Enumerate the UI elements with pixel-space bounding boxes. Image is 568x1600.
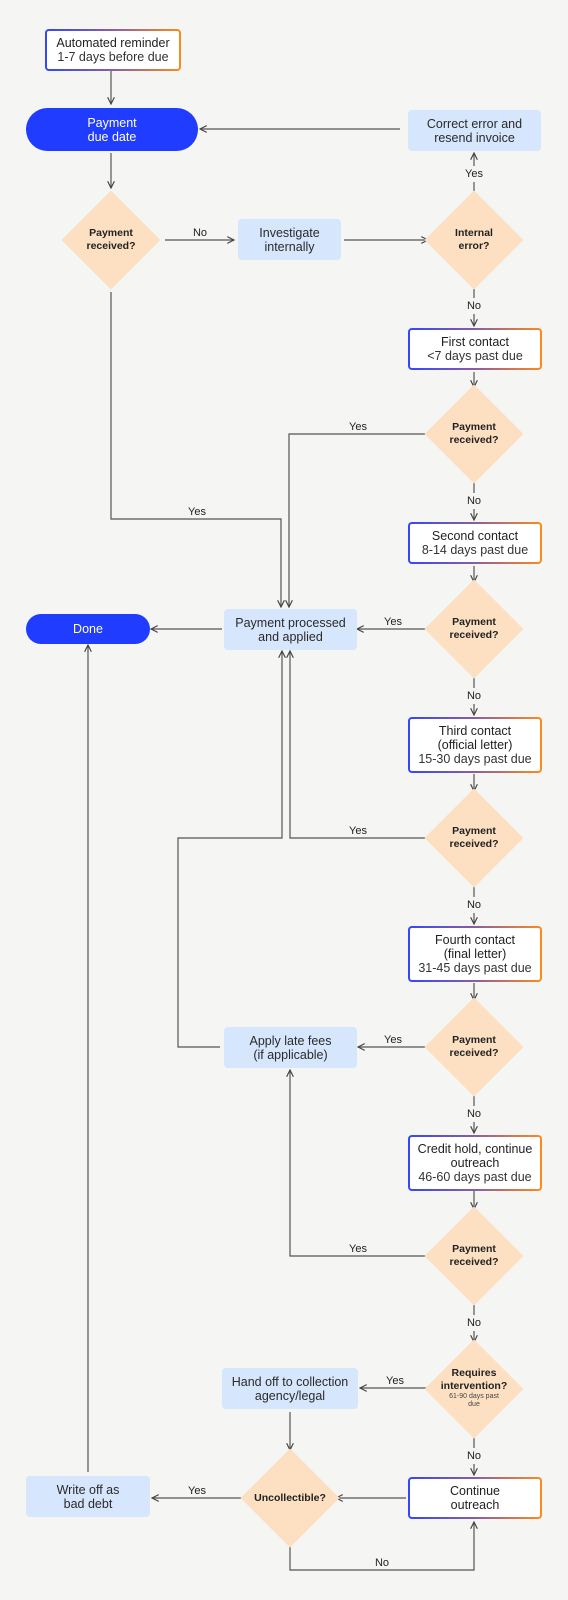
done-label: Done	[73, 622, 103, 636]
due-date-line1: Payment	[87, 115, 137, 130]
first-contact-title: First contact	[440, 335, 510, 349]
processed-line2: and applied	[258, 629, 323, 644]
edge-label-yes: Yes	[188, 506, 206, 518]
decision-text: Internal	[455, 227, 493, 239]
fourth-contact-timing: 31-45 days past due	[418, 961, 532, 975]
edge-label-yes: Yes	[465, 166, 483, 182]
first-contact-node: First contact <7 days past due	[408, 328, 542, 370]
fourth-contact-title: Fourth contact	[435, 933, 515, 947]
due-date-line2: due date	[87, 129, 137, 144]
edge-label-no: No	[466, 493, 482, 509]
reminder-title: Automated reminder	[56, 36, 170, 50]
decision-received-1: Payment received?	[61, 220, 161, 260]
decision-received-3: Payment received?	[424, 609, 524, 649]
decision-received-4: Payment received?	[424, 818, 524, 858]
write-off-line1: Write off as	[56, 1482, 120, 1497]
edge-d2-yes-processed	[289, 433, 428, 607]
decision-text: intervention?	[440, 1380, 508, 1392]
edge-label-yes: Yes	[349, 421, 367, 433]
edge-label-no: No	[466, 298, 482, 314]
edge-label-no: No	[466, 1106, 482, 1122]
credit-hold-timing: 46-60 days past due	[418, 1170, 532, 1184]
edge-latefees-to-processed	[177, 651, 282, 1048]
edge-label-no: No	[466, 897, 482, 913]
processed-line1: Payment processed	[235, 615, 346, 630]
continue-outreach-line2: outreach	[450, 1498, 500, 1512]
decision-text: Requires	[451, 1367, 497, 1379]
first-contact-timing: <7 days past due	[427, 349, 523, 363]
edge-label-no: No	[466, 1315, 482, 1331]
reminder-node: Automated reminder 1-7 days before due	[45, 29, 181, 71]
credit-hold-node: Credit hold, continue outreach 46-60 day…	[408, 1135, 542, 1191]
decision-text: received?	[449, 1256, 499, 1268]
third-contact-timing: 15-30 days past due	[418, 752, 532, 766]
investigate-node: Investigate internally	[238, 219, 341, 260]
edge-label-yes: Yes	[188, 1485, 206, 1497]
third-contact-node: Third contact (official letter) 15-30 da…	[408, 717, 542, 773]
hand-off-node: Hand off to collection agency/legal	[222, 1368, 358, 1409]
decision-text: received?	[449, 629, 499, 641]
decision-received-2: Payment received?	[424, 414, 524, 454]
done-terminal: Done	[26, 614, 150, 644]
late-fees-line1: Apply late fees	[249, 1033, 332, 1048]
decision-internal-error: Internal error?	[424, 220, 524, 260]
decision-intervention: Requires intervention? 61-90 days past d…	[424, 1362, 524, 1414]
decision-received-6: Payment received?	[424, 1236, 524, 1276]
fourth-contact-node: Fourth contact (final letter) 31-45 days…	[408, 926, 542, 982]
hand-off-line2: agency/legal	[254, 1388, 326, 1403]
payment-processed-node: Payment processed and applied	[224, 609, 357, 650]
investigate-line1: Investigate	[259, 225, 320, 240]
decision-text: Payment	[452, 1243, 496, 1255]
decision-text: error?	[458, 240, 490, 252]
edge-label-yes: Yes	[349, 825, 367, 837]
late-fees-node: Apply late fees (if applicable)	[224, 1027, 357, 1068]
decision-text: received?	[449, 838, 499, 850]
reminder-timing: 1-7 days before due	[57, 50, 169, 64]
second-contact-node: Second contact 8-14 days past due	[408, 522, 542, 564]
third-contact-subtitle: (official letter)	[437, 738, 513, 752]
write-off-line2: bad debt	[63, 1496, 113, 1511]
correct-error-line1: Correct error and	[426, 116, 523, 131]
credit-hold-title: Credit hold, continue	[417, 1142, 533, 1156]
edge-label-yes: Yes	[349, 1243, 367, 1255]
second-contact-timing: 8-14 days past due	[421, 543, 529, 557]
investigate-line2: internally	[264, 239, 315, 254]
edge-label-no: No	[466, 688, 482, 704]
decision-text: Payment	[452, 825, 496, 837]
decision-text: Uncollectible?	[254, 1491, 326, 1504]
decision-received-5: Payment received?	[424, 1027, 524, 1067]
decision-text: Payment	[89, 227, 133, 239]
edge-d1-yes-processed	[110, 292, 281, 607]
fourth-contact-subtitle: (final letter)	[443, 947, 507, 961]
payment-due-date-terminal: Payment due date	[26, 108, 198, 151]
decision-text: received?	[86, 240, 136, 252]
credit-hold-subtitle: outreach	[450, 1156, 500, 1170]
hand-off-line1: Hand off to collection	[231, 1374, 349, 1389]
continue-outreach-line1: Continue	[449, 1484, 501, 1498]
edge-label-yes: Yes	[384, 616, 402, 628]
third-contact-title: Third contact	[438, 724, 512, 738]
decision-note: 61-90 days past due	[449, 1393, 499, 1408]
edge-label-no: No	[466, 1448, 482, 1464]
decision-text: Payment	[452, 616, 496, 628]
write-off-node: Write off as bad debt	[26, 1476, 150, 1517]
decision-text: received?	[449, 434, 499, 446]
edge-label-yes: Yes	[384, 1034, 402, 1046]
edge-label-no: No	[374, 1557, 390, 1569]
edge-label-yes: Yes	[386, 1375, 404, 1387]
second-contact-title: Second contact	[431, 529, 519, 543]
decision-uncollectible: Uncollectible?	[240, 1488, 340, 1508]
late-fees-line2: (if applicable)	[253, 1047, 328, 1062]
continue-outreach-node: Continue outreach	[408, 1477, 542, 1519]
edge-label-no: No	[192, 227, 208, 239]
decision-text: Payment	[452, 1034, 496, 1046]
decision-text: Payment	[452, 421, 496, 433]
correct-error-node: Correct error and resend invoice	[408, 110, 541, 151]
correct-error-line2: resend invoice	[434, 130, 515, 145]
decision-text: received?	[449, 1047, 499, 1059]
